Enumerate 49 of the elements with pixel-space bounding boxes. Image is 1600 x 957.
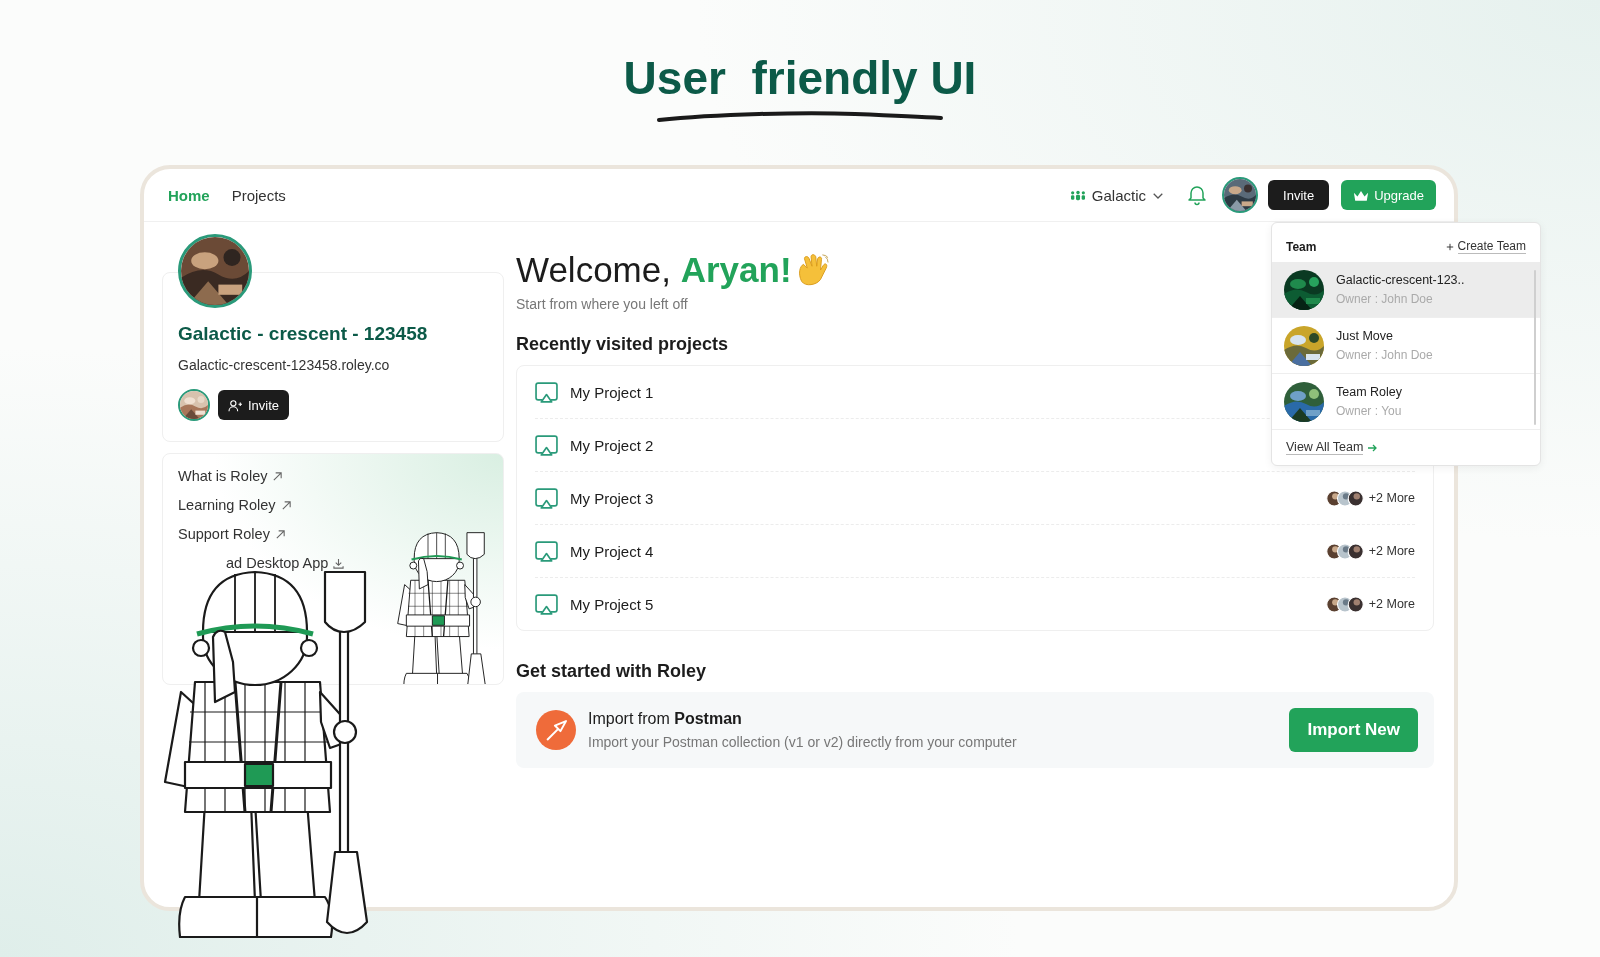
team-icon [1069, 189, 1086, 201]
screen-icon [535, 487, 558, 509]
nav-tab[interactable]: Projects [231, 186, 286, 204]
team-name: Galactic-crescent-123.. [1336, 273, 1465, 287]
team-name: Team Roley [1336, 385, 1402, 399]
download-icon [333, 557, 345, 569]
workspace-name: Galactic - crescent - 123458 [178, 323, 429, 345]
bell-icon[interactable] [1186, 184, 1209, 206]
import-title: Import from Postman [588, 710, 743, 728]
external-link-icon [280, 499, 292, 511]
menu-title: Team [1286, 239, 1317, 254]
view-all-link[interactable]: View All Team [1286, 440, 1378, 455]
workspace-url: Galactic-crescent-123458.roley.co [178, 357, 391, 373]
team-item[interactable]: Just Move Owner : John Doe [1272, 318, 1540, 374]
screen-icon [535, 381, 558, 403]
help-link[interactable]: What is Roley [178, 468, 284, 484]
welcome-heading: Welcome, Aryan! [516, 250, 792, 290]
arrow-right-icon [1367, 442, 1378, 453]
screen-icon [535, 434, 558, 456]
section-title: Recently visited projects [516, 334, 729, 355]
help-link[interactable]: Learning Roley [178, 497, 292, 513]
project-row[interactable]: My Project 5 +2 More [535, 578, 1415, 630]
plus-icon [1445, 242, 1454, 251]
screen-icon [535, 540, 558, 562]
invite-button[interactable]: Invite [1268, 180, 1330, 210]
external-link-icon [272, 470, 284, 482]
help-link[interactable]: ad Desktop App [178, 555, 345, 571]
team-item[interactable]: Galactic-crescent-123.. Owner : John Doe [1272, 262, 1540, 318]
help-link[interactable]: Support Roley [178, 526, 286, 542]
section-title: Get started with Roley [516, 661, 707, 682]
team-item[interactable]: Team Roley Owner : You [1272, 374, 1540, 430]
project-row[interactable]: My Project 4 +2 More [535, 525, 1415, 578]
member-count: +2 More [1368, 597, 1415, 611]
team-name: Just Move [1336, 329, 1394, 343]
invite-button[interactable]: Invite [218, 390, 290, 420]
member-count: +2 More [1368, 544, 1415, 558]
team-owner: Owner : You [1336, 404, 1402, 418]
welcome-subtitle: Start from where you left off [516, 296, 688, 312]
external-link-icon [274, 528, 286, 540]
workspace-switcher[interactable]: Galactic [1069, 186, 1165, 204]
member-count: +2 More [1368, 491, 1415, 505]
team-owner: Owner : John Doe [1336, 292, 1434, 306]
project-row[interactable]: My Project 3 +2 More [535, 472, 1415, 525]
screen-icon [535, 593, 558, 615]
create-team-link[interactable]: Create Team [1445, 239, 1526, 254]
import-description: Import your Postman collection (v1 or v2) directly from your computer [588, 734, 1017, 750]
team-owner: Owner : John Doe [1336, 348, 1433, 362]
page-heading: User friendly UI [623, 51, 977, 106]
add-user-icon [228, 398, 243, 412]
